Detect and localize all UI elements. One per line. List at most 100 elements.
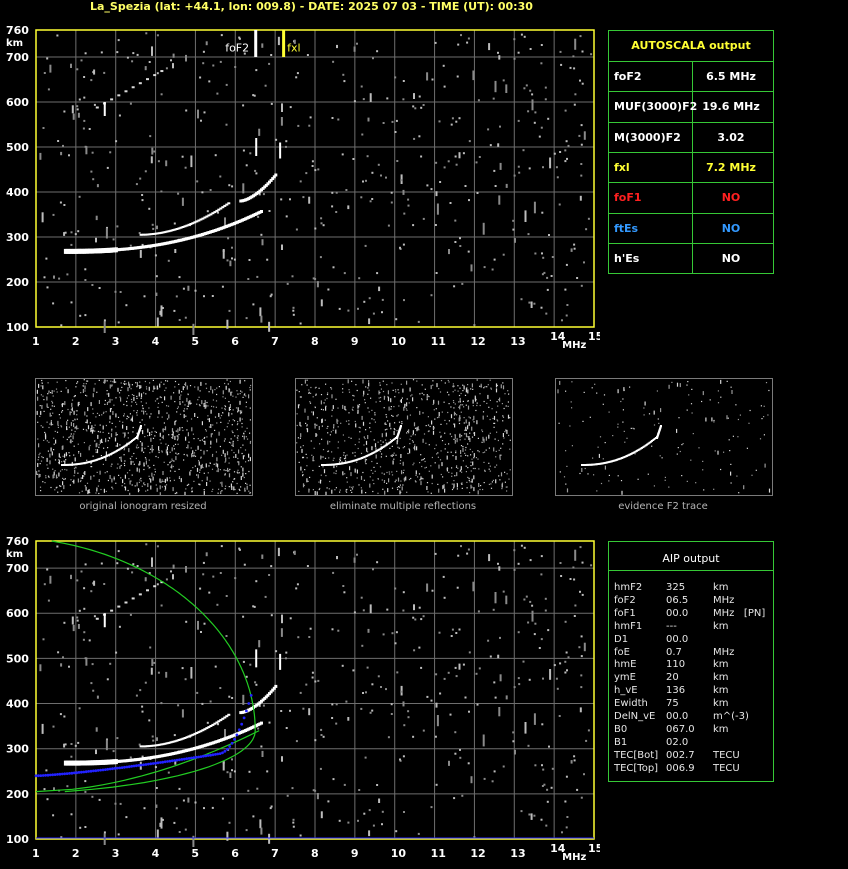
thumb-speck [226, 379, 228, 381]
thumb-speck [159, 396, 161, 398]
noise-speck [413, 93, 415, 99]
noise-speck [314, 169, 317, 172]
synthetic-trace-point [245, 709, 248, 713]
thumb-speck [453, 411, 456, 416]
thumb-speck [369, 427, 371, 429]
thumb-speck [181, 391, 183, 393]
noise-speck [46, 286, 49, 289]
noise-speck [527, 744, 530, 747]
thumb-speck [115, 381, 117, 383]
thumb-speck [125, 383, 127, 385]
aip-unit-hve: km [713, 685, 729, 697]
thumb-speck [350, 489, 352, 491]
thumb-speck [738, 492, 740, 494]
noise-speck [573, 243, 576, 246]
noise-speck [156, 72, 159, 75]
noise-speck [368, 297, 371, 300]
thumb-speck [136, 397, 138, 399]
noise-speck [356, 553, 358, 556]
thumb-speck [124, 483, 126, 485]
thumb-speck [363, 444, 365, 446]
noise-speck [567, 144, 570, 147]
thumb-speck [120, 477, 122, 479]
thumb-speck [354, 420, 356, 423]
thumb-speck [477, 458, 479, 460]
aip-label-ewidth: Ewidth [614, 698, 648, 710]
autoscala-label-muf3000f2: MUF(3000)F2 [614, 100, 698, 114]
noise-speck [360, 196, 363, 199]
noise-speck [312, 277, 315, 280]
thumb-speck [50, 486, 52, 489]
noise-speck [414, 107, 417, 110]
synthetic-trace-point [154, 761, 158, 765]
thumb-speck [120, 464, 122, 467]
thumb-speck [177, 443, 179, 445]
thumb-speck [465, 471, 467, 473]
thumb-speck [240, 476, 242, 480]
x-tick-label: 9 [351, 847, 359, 860]
noise-speck [292, 821, 295, 824]
thumb-speck [300, 446, 302, 448]
thumb-speck [439, 391, 442, 393]
aip-unit-hme: km [713, 659, 729, 671]
thumb-speck [617, 389, 619, 394]
thumb-speck [108, 432, 110, 434]
thumb-speck [155, 484, 157, 486]
y-tick-label: 760 [6, 24, 29, 37]
noise-speck [78, 195, 81, 198]
noise-speck [564, 671, 567, 674]
noise-speck [498, 195, 501, 205]
noise-speck [170, 59, 172, 62]
thumb-speck [456, 472, 458, 477]
noise-speck [517, 119, 520, 122]
thumb-speck [676, 428, 678, 433]
thumb-speck [751, 474, 753, 476]
thumb-speck [714, 450, 716, 452]
thumb-speck [483, 387, 485, 389]
noise-speck [185, 566, 187, 573]
thumb-speck [51, 405, 53, 407]
noise-speck [281, 244, 283, 250]
noise-speck [564, 160, 567, 163]
synthetic-trace-point [185, 757, 189, 761]
thumb-speck [367, 407, 369, 409]
thumb-speck [746, 447, 748, 449]
thumb-speck [459, 405, 461, 410]
noise-speck [426, 695, 429, 698]
noise-speck [269, 295, 272, 298]
thumb-speck [480, 485, 482, 487]
thumb-speck [47, 450, 49, 452]
thumb-speck [249, 386, 251, 389]
thumb-speck [504, 393, 506, 395]
noise-speck [131, 571, 134, 574]
noise-speck [550, 786, 553, 789]
autoscala-panel: AUTOSCALA output foF2 6.5 MHz MUF(3000)F2 1… [608, 30, 774, 274]
noise-speck [205, 41, 208, 46]
thumb-speck [198, 483, 200, 485]
thumb-speck [176, 439, 179, 441]
noise-speck [194, 289, 197, 292]
noise-speck [581, 593, 584, 596]
thumb-speck [465, 454, 467, 456]
thumb-speck [739, 414, 741, 416]
noise-speck [231, 758, 233, 761]
thumb-speck [121, 485, 123, 487]
thumb-speck [437, 400, 440, 405]
thumb-speck [221, 454, 223, 456]
thumb-speck [470, 454, 472, 456]
noise-speck [547, 117, 550, 120]
noise-speck [331, 628, 334, 631]
noise-speck [200, 119, 202, 122]
thumb-speck [169, 477, 171, 479]
noise-speck [216, 603, 219, 606]
thumb-speck [248, 394, 250, 399]
noise-speck [369, 604, 372, 614]
thumb-speck [231, 413, 233, 415]
echo-speck [103, 102, 106, 116]
noise-speck [544, 98, 547, 101]
noise-speck [394, 131, 397, 133]
thumb-speck [75, 386, 77, 388]
thumb-speck [123, 436, 125, 438]
thumb-speck [311, 454, 313, 456]
noise-speck [386, 97, 389, 100]
